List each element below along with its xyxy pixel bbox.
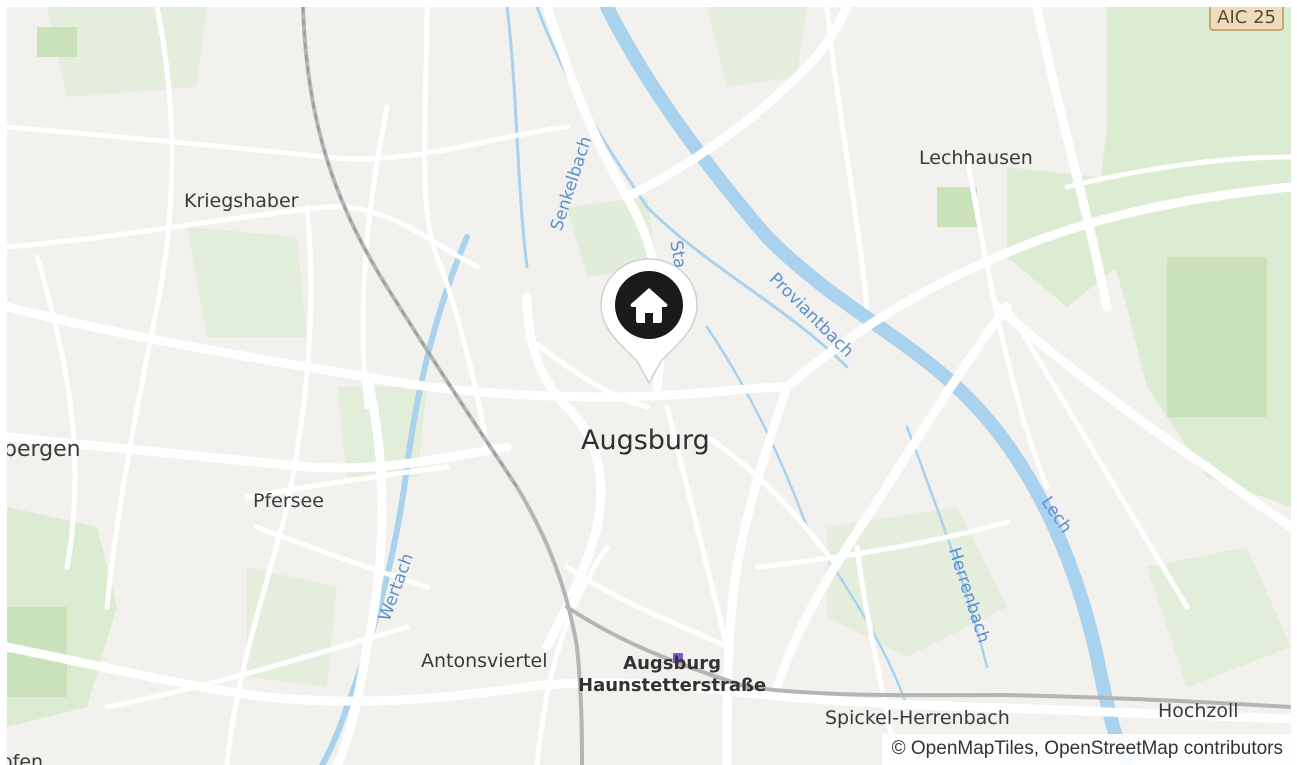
station-label-line2: Haunstetterstraße <box>578 675 767 696</box>
station-label: Augsburg Haunstetterstraße <box>578 653 766 697</box>
home-marker-pin <box>600 258 698 385</box>
city-label-augsburg: Augsburg <box>581 425 710 456</box>
place-label-hochzoll: Hochzoll <box>1158 700 1239 722</box>
place-label-stadtbergen: pergen <box>7 437 81 462</box>
place-label-spickel-herrenbach: Spickel-Herrenbach <box>825 707 1010 729</box>
place-label-partial-bottom-left: ofen <box>7 751 44 765</box>
place-label-antonsviertel: Antonsviertel <box>421 650 548 672</box>
map-base-layer <box>7 7 1291 765</box>
road-shield-aic25: AIC 25 <box>1209 7 1284 31</box>
place-label-kriegshaber: Kriegshaber <box>184 190 299 212</box>
station-label-line1: Augsburg <box>623 653 721 674</box>
map-canvas[interactable]: Lechhausen Kriegshaber Pfersee pergen An… <box>7 7 1291 765</box>
home-marker[interactable] <box>599 255 699 385</box>
place-label-lechhausen: Lechhausen <box>919 147 1033 169</box>
place-label-pfersee: Pfersee <box>253 490 324 512</box>
map-attribution: © OpenMapTiles, OpenStreetMap contributo… <box>881 734 1291 765</box>
